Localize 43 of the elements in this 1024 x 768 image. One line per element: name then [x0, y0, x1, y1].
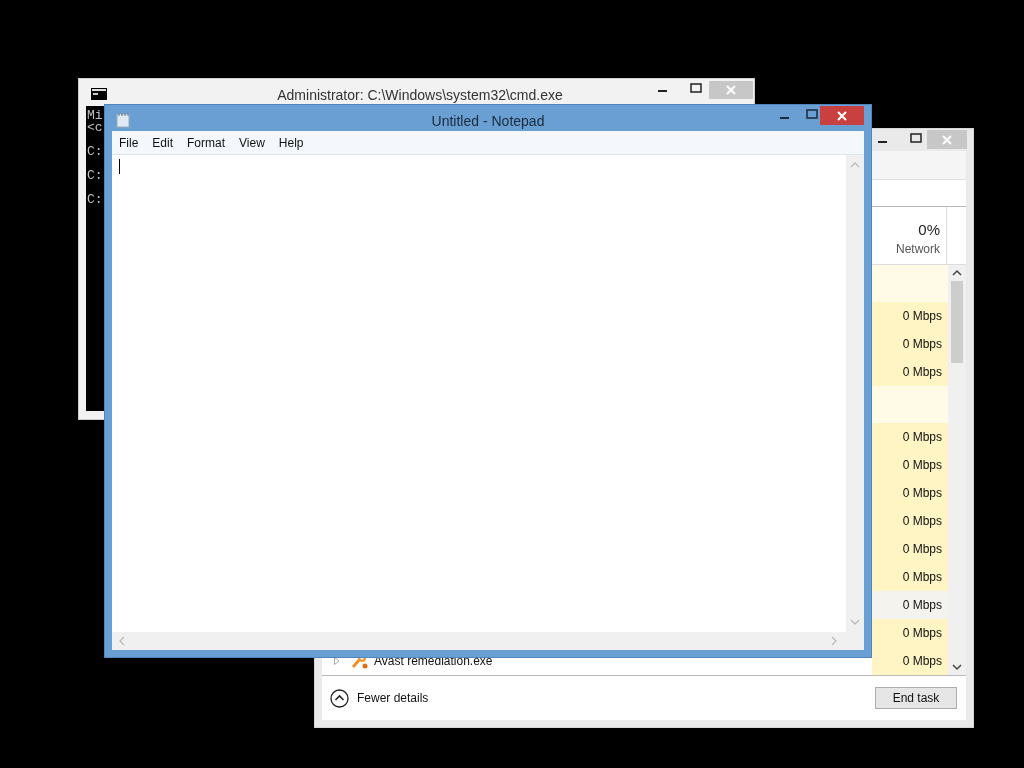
- close-icon: [837, 110, 847, 121]
- menu-item[interactable]: Edit: [152, 135, 181, 150]
- table-cell: 0 Mbps: [872, 423, 948, 451]
- chevron-up-icon: [330, 688, 349, 708]
- scrollbar[interactable]: [948, 265, 966, 675]
- end-task-button[interactable]: End task: [875, 687, 957, 709]
- fewer-details-link[interactable]: Fewer details: [330, 688, 429, 708]
- close-icon: [942, 134, 952, 145]
- window-title: Untitled - Notepad: [431, 111, 545, 129]
- console-line: Mi: [87, 110, 103, 122]
- scrollbar[interactable]: [112, 632, 864, 650]
- menu-item[interactable]: File: [119, 135, 146, 150]
- notepad-icon: [116, 112, 130, 128]
- table-cell: 0 Mbps: [872, 591, 948, 619]
- table-cell: 0 Mbps: [872, 619, 948, 647]
- expand-icon[interactable]: [334, 657, 340, 665]
- table-cell: 0 Mbps: [872, 535, 948, 563]
- console-icon: [91, 88, 107, 100]
- process-name: Avast remediation.exe: [374, 654, 493, 668]
- console-line: C:: [87, 170, 103, 182]
- maximize-button[interactable]: [690, 83, 702, 93]
- table-cell: 0 Mbps: [872, 563, 948, 591]
- close-button[interactable]: [927, 130, 967, 149]
- table-cell: 0 Mbps: [872, 358, 948, 386]
- fewer-details-label[interactable]: Fewer details: [357, 691, 429, 705]
- maximize-button[interactable]: [806, 109, 818, 119]
- table-cell: 0 Mbps: [872, 507, 948, 535]
- menu-item[interactable]: View: [239, 135, 272, 150]
- table-cell: 0 Mbps: [872, 330, 948, 358]
- scroll-thumb[interactable]: [951, 281, 963, 363]
- console-line: <c: [87, 122, 103, 134]
- table-cell: 0 Mbps: [872, 451, 948, 479]
- menu-item[interactable]: Help: [278, 135, 311, 150]
- table-cell: 0 Mbps: [872, 302, 948, 330]
- console-line: C:: [87, 146, 103, 158]
- menu-item[interactable]: Format: [187, 135, 233, 150]
- close-button[interactable]: [820, 106, 864, 125]
- maximize-button[interactable]: [910, 133, 922, 143]
- table-cell: 0 Mbps: [872, 647, 948, 675]
- console-line: C:: [87, 194, 103, 206]
- close-icon: [726, 85, 736, 95]
- table-cell: 0 Mbps: [872, 479, 948, 507]
- window-title: Administrator: C:\Windows\system32\cmd.exe: [277, 85, 563, 103]
